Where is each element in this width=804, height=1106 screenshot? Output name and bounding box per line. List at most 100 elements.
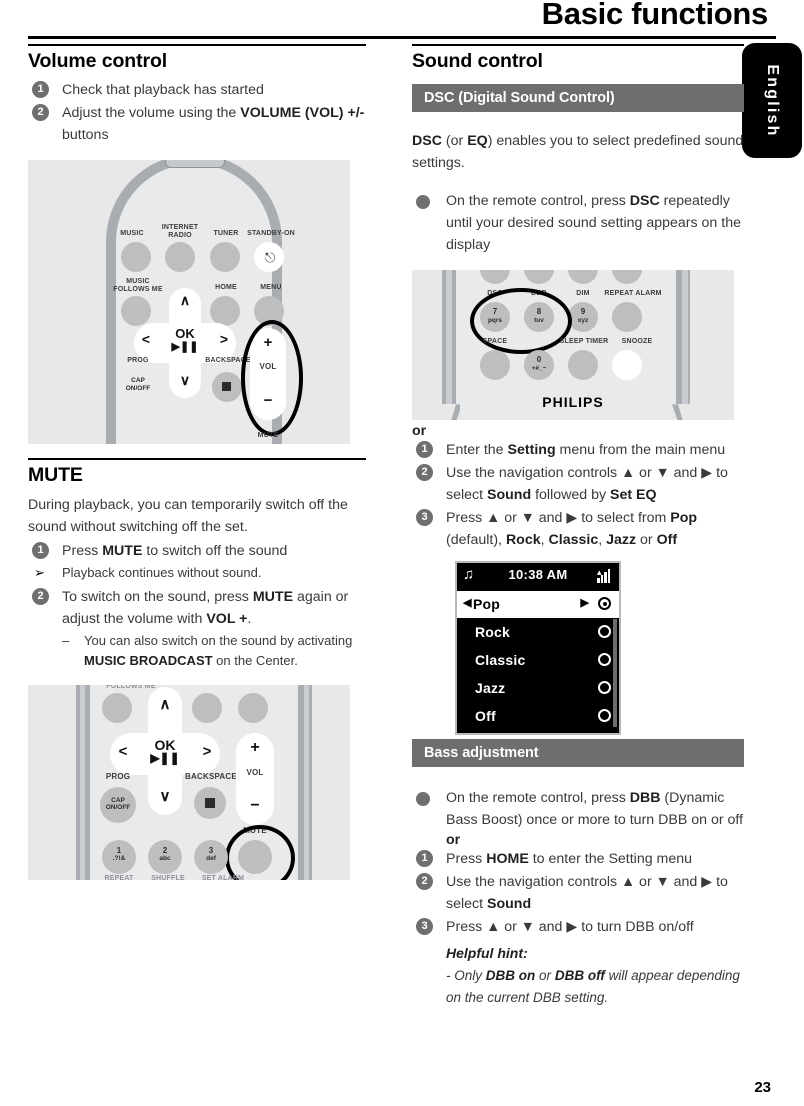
volume-up-icon[interactable]: +: [236, 739, 274, 757]
page-number: 23: [754, 1079, 771, 1096]
button-key-3-label: 3 def: [206, 845, 216, 863]
radio-icon[interactable]: [598, 709, 611, 723]
button-label-backspace: BACKSPACE: [185, 771, 237, 781]
nav-down-icon[interactable]: ∨: [148, 787, 182, 805]
button-label-prog: PROG: [127, 357, 149, 365]
mute-section: MUTE: [28, 458, 366, 486]
volume-control-heading: Volume control: [28, 50, 168, 72]
radio-icon[interactable]: [598, 625, 611, 639]
step-text: Adjust the volume using the VOLUME (VOL)…: [62, 105, 365, 144]
step-text: Use the navigation controls ▲ or ▼ and ▶…: [446, 874, 728, 913]
button-label-repeat: REPEAT: [104, 874, 134, 880]
list-item-classic[interactable]: Classic: [457, 647, 619, 674]
button-label-snooze: SNOOZE: [621, 338, 653, 346]
mute-intro: During playback, you can temporarily swi…: [28, 496, 348, 535]
section-divider: [28, 44, 366, 46]
dsc-intro: DSC (or EQ) enables you to select predef…: [412, 133, 744, 172]
list-item: 2 Use the navigation controls ▲ or ▼ and…: [412, 462, 744, 506]
section-divider: [28, 458, 366, 461]
volume-down-icon[interactable]: −: [236, 797, 274, 815]
list-item-jazz[interactable]: Jazz: [457, 675, 619, 702]
list-item-off[interactable]: Off: [457, 703, 619, 730]
step-number: 1: [32, 541, 49, 559]
signal-icon: ▴: [597, 567, 613, 584]
step-number: 1: [416, 850, 433, 868]
button-ok[interactable]: OK: [169, 326, 201, 341]
arrow-icon: ➢: [34, 564, 45, 580]
nav-right-icon[interactable]: >: [214, 331, 234, 347]
radio-icon[interactable]: [598, 653, 611, 667]
lcd-item-label: Classic: [475, 652, 526, 669]
button-key-2-label: 2 abc: [159, 845, 171, 863]
scrollbar-track[interactable]: [613, 619, 617, 728]
list-item: 3 Press ▲ or ▼ and ▶ to select from Pop …: [412, 507, 744, 551]
nav-left-icon[interactable]: <: [112, 743, 134, 760]
remote-edge-right: [304, 684, 309, 880]
nav-left-icon[interactable]: <: [136, 331, 156, 347]
step-text: Use the navigation controls ▲ or ▼ and ▶…: [446, 465, 728, 504]
button-cap-onoff[interactable]: CAP ON/OFF: [121, 377, 155, 392]
brand-logo: PHILIPS: [542, 394, 604, 411]
button-label-music-follows-me: MUSIC FOLLOWS ME: [113, 278, 163, 294]
radio-selected-icon[interactable]: [598, 597, 611, 611]
step-number: 3: [416, 509, 433, 527]
highlight-ellipse-vol: [241, 320, 303, 437]
step-number: 2: [416, 464, 433, 482]
scrollbar-thumb[interactable]: [613, 593, 617, 616]
dsc-bullet-text: On the remote control, press DSC repeate…: [446, 193, 741, 254]
remote-edge-right: [682, 270, 688, 405]
button-key-0-label: 0 +#_~: [531, 355, 547, 372]
list-item-rock[interactable]: Rock: [457, 619, 619, 646]
nav-up-icon[interactable]: ∧: [169, 292, 201, 309]
nav-right-icon[interactable]: >: [196, 743, 218, 760]
button-menu[interactable]: [238, 692, 268, 723]
button-label-menu: MENU: [260, 284, 282, 292]
lcd-clock: 10:38 AM: [508, 567, 568, 583]
nav-down-icon[interactable]: ∨: [169, 372, 201, 389]
lcd-status-bar: ♫ 10:38 AM ▴: [457, 563, 619, 590]
lcd-item-label: Rock: [475, 624, 511, 641]
mute-steps-list: 1 Press MUTE to switch off the sound ➢ P…: [28, 540, 366, 671]
dsc-or-label: or: [412, 423, 427, 440]
bass-bullet-text: On the remote control, press DBB (Dynami…: [446, 790, 744, 829]
volume-steps-list: 1 Check that playback has started 2 Adju…: [28, 79, 366, 146]
step-number: 2: [32, 587, 49, 605]
button-label-standby-on: STANDBY-ON: [247, 230, 295, 238]
step-text: Press HOME to enter the Setting menu: [446, 851, 693, 868]
left-column: Volume control 1 Check that playback has…: [28, 44, 366, 880]
dsc-bullet: On the remote control, press DSC repeate…: [412, 190, 744, 256]
step-text: Press ▲ or ▼ and ▶ to select from Pop (d…: [446, 510, 698, 549]
step-text: Enter the Setting menu from the main men…: [446, 442, 726, 459]
list-item: 1 Press MUTE to switch off the sound: [28, 540, 366, 562]
list-item: 2 To switch on the sound, press MUTE aga…: [28, 586, 366, 630]
sound-control-heading: Sound control: [412, 50, 543, 72]
list-item: 2 Use the navigation controls ▲ or ▼ and…: [412, 871, 744, 915]
list-item-pop[interactable]: ◀ Pop ▶: [457, 591, 619, 619]
button-label-repeat-alarm: REPEAT ALARM: [604, 290, 662, 298]
remote-ir-window: [165, 160, 225, 169]
remote-edge-left: [80, 684, 85, 880]
play-pause-icon: ▶❚❚: [150, 750, 180, 765]
nav-up-icon[interactable]: ∧: [148, 695, 182, 713]
button-label-home: HOME: [215, 284, 237, 292]
button-label-internet-radio: INTERNET RADIO: [161, 224, 199, 240]
remote-control-figure-volume: MUSIC INTERNET RADIO TUNER STANDBY-ON ⎋ M…: [28, 160, 350, 445]
button-label-sleep-timer: SLEEP TIMER: [559, 338, 609, 346]
left-caret-icon: ◀: [463, 597, 472, 610]
bass-bullet: On the remote control, press DBB (Dynami…: [412, 787, 744, 831]
dsc-steps-list: 1 Enter the Setting menu from the main m…: [412, 439, 744, 551]
lcd-screen: ♫ 10:38 AM ▴ ◀ Pop ▶ Rock Classic Jazz O…: [455, 561, 621, 736]
button-home[interactable]: [192, 692, 222, 723]
hint-title-text: Helpful hint:: [446, 945, 528, 962]
button-label-dim: DIM: [576, 290, 590, 298]
radio-icon[interactable]: [598, 681, 611, 695]
button-music-follows-me[interactable]: [102, 692, 132, 723]
bass-steps-list: 1 Press HOME to enter the Setting menu 2…: [412, 848, 744, 938]
mute-dash-note: – You can also switch on the sound by ac…: [28, 631, 366, 671]
lcd-item-label: Jazz: [475, 680, 506, 697]
button-label-music: MUSIC: [120, 230, 144, 238]
play-pause-icon: ▶❚❚: [171, 341, 199, 354]
remote-control-figure-dsc: DSC DBB DIM REPEAT ALARM 7 pqrs 8 tuv 9 xyz…: [412, 270, 734, 421]
button-label-set-alarm: SET ALARM: [201, 874, 245, 880]
lcd-item-label: Off: [475, 708, 496, 725]
